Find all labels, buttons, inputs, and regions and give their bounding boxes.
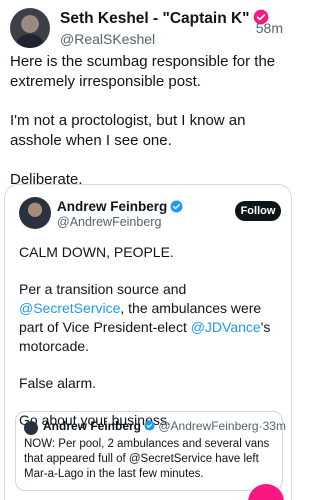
nested-post-text: NOW: Per pool, 2 ambulances and several … bbox=[24, 438, 270, 480]
author-name[interactable]: Seth Keshel - "Captain K" bbox=[60, 10, 250, 27]
quoted-paragraph-transition: Per a transition source and @SecretServi… bbox=[19, 280, 281, 356]
post-paragraph: Here is the scumbag responsible for the … bbox=[10, 53, 276, 90]
nested-author-name[interactable]: Andrew Feinberg bbox=[43, 419, 141, 433]
secretservice-mention-link[interactable]: @SecretService bbox=[19, 300, 120, 316]
nested-author-avatar[interactable] bbox=[24, 421, 38, 435]
nested-post-header: Andrew Feinberg @AndrewFeinberg·33m bbox=[43, 419, 286, 433]
follow-button[interactable]: Follow bbox=[235, 201, 281, 221]
quoted-paragraph: False alarm. bbox=[19, 375, 97, 391]
nested-author-handle[interactable]: @AndrewFeinberg bbox=[158, 419, 258, 433]
quoted-author-avatar[interactable] bbox=[19, 197, 51, 229]
quoted-author-name[interactable]: Andrew Feinberg bbox=[57, 199, 167, 214]
quoted-author-name-row[interactable]: Andrew Feinberg bbox=[57, 199, 183, 214]
post-header: Seth Keshel - "Captain K" @RealSKeshel 5… bbox=[10, 6, 295, 48]
quoted-paragraph: CALM DOWN, PEOPLE. bbox=[19, 244, 174, 260]
verified-badge-icon bbox=[170, 200, 183, 213]
post-timestamp[interactable]: 58m bbox=[256, 20, 283, 36]
quoted-author-handle[interactable]: @AndrewFeinberg bbox=[57, 215, 161, 229]
nested-quoted-post[interactable]: Andrew Feinberg @AndrewFeinberg·33m NOW:… bbox=[15, 411, 286, 491]
author-name-row[interactable]: Seth Keshel - "Captain K" bbox=[60, 9, 269, 28]
verified-badge-icon bbox=[144, 420, 155, 431]
jdvance-mention-link[interactable]: @JDVance bbox=[191, 319, 261, 335]
text-segment: Per a transition source and bbox=[19, 281, 187, 297]
author-handle[interactable]: @RealSKeshel bbox=[60, 31, 155, 47]
nested-timestamp[interactable]: 33m bbox=[263, 419, 286, 433]
post-paragraph: I'm not a proctologist, but I know an as… bbox=[10, 112, 246, 149]
author-avatar[interactable] bbox=[10, 8, 50, 48]
quoted-post-card[interactable]: Andrew Feinberg @AndrewFeinberg Follow C… bbox=[4, 184, 292, 500]
